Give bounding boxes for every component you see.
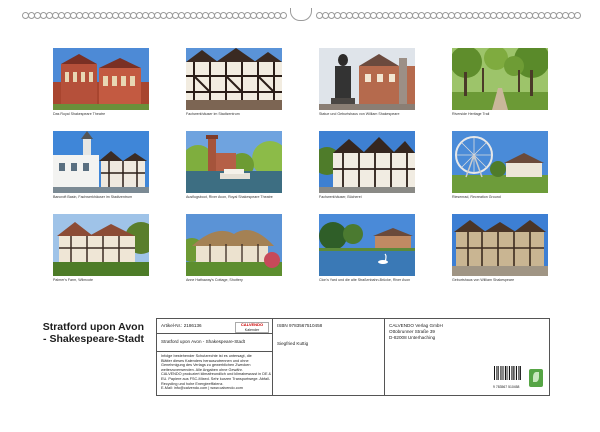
divider — [384, 319, 385, 395]
photo-caption: Das Royal Shakespeare Theatre — [53, 112, 106, 116]
photo-cell: Bancroft Basin, Fachwerkhäuser im Stadtz… — [53, 131, 149, 200]
photo-caption: Clon's Yard und die alte Straßenbahn-Brü… — [319, 278, 411, 282]
photo-grid: Das Royal Shakespeare Theatre Fachwerkhä… — [53, 48, 548, 283]
photo-cell: Das Royal Shakespeare Theatre — [53, 48, 149, 117]
binding-ring — [280, 12, 287, 19]
isbn: ISBN 9783567510458 — [277, 323, 323, 328]
photo-timber-houses — [186, 48, 282, 110]
photo-caption: Fachwerkhäuser im Stadtzentrum — [186, 112, 240, 116]
photo-cell: Statue und Geburtshaus von William Shake… — [319, 48, 415, 117]
divider — [157, 333, 272, 334]
barcode-icon — [493, 366, 523, 384]
publisher-line: D-82008 Unterhaching — [389, 335, 436, 340]
photo-ferris-wheel — [452, 131, 548, 193]
photo-statue — [319, 48, 415, 110]
photo-birthplace — [452, 214, 548, 276]
info-box: Artikel-Nr.: 2186136 CALVENDO Kalender S… — [156, 318, 550, 396]
photo-caption: Anne Hathaway's Cottage, Shottery — [186, 278, 243, 282]
photo-cell: Riverside Heritage Trail — [452, 48, 548, 117]
photo-thatched-cottage — [186, 214, 282, 276]
divider — [157, 351, 272, 352]
photo-caption: Palmer's Farm, Wilmcote — [53, 278, 94, 282]
photo-caption: Geburtshaus von William Shakespeare — [452, 278, 515, 282]
photo-bancroft-basin — [53, 131, 149, 193]
photo-royal-shakespeare-theatre — [53, 48, 149, 110]
calendar-title: Stratford upon Avon - Shakespeare-Stadt — [161, 339, 245, 344]
photo-cell: Anne Hathaway's Cottage, Shottery — [186, 214, 282, 283]
photo-cell: Riesenrad, Recreation Ground — [452, 131, 548, 200]
photo-cell: Fachwerkhäuser, Bücherei — [319, 131, 415, 200]
photo-river-swan — [319, 214, 415, 276]
logo-tag: Kalender — [244, 327, 260, 332]
photo-caption: Bancroft Basin, Fachwerkhäuser im Stadtz… — [53, 195, 133, 199]
eco-leaf-icon — [529, 369, 543, 387]
author: Siegfried Kuttig — [277, 341, 309, 346]
photo-cell: Fachwerkhäuser im Stadtzentrum — [186, 48, 282, 117]
binding-ring — [574, 12, 581, 19]
photo-cell: Geburtshaus von William Shakespeare — [452, 214, 548, 283]
photo-caption: Fachwerkhäuser, Bücherei — [319, 195, 362, 199]
photo-cell: Ausflugsboot, River Avon, Royal Shakespe… — [186, 131, 282, 200]
photo-boat-river — [186, 131, 282, 193]
cover-title: Stratford upon Avon - Shakespeare-Stadt — [42, 321, 144, 345]
legal-line: E-Mail: info@calvendo.com | www.calvendo… — [161, 386, 243, 391]
barcode-number: 9 783567 510458 — [493, 385, 520, 389]
photo-cell: Clon's Yard und die alte Straßenbahn-Brü… — [319, 214, 415, 283]
photo-tree-avenue — [452, 48, 548, 110]
photo-caption: Statue und Geburtshaus von William Shake… — [319, 112, 400, 116]
calvendo-logo: CALVENDO Kalender — [235, 322, 269, 333]
photo-caption: Riesenrad, Recreation Ground — [452, 195, 501, 199]
photo-cell: Palmer's Farm, Wilmcote — [53, 214, 149, 283]
photo-farmhouse — [53, 214, 149, 276]
article-number: Artikel-Nr.: 2186136 — [161, 323, 202, 328]
photo-caption: Riverside Heritage Trail — [452, 112, 490, 116]
photo-timber-library — [319, 131, 415, 193]
photo-caption: Ausflugsboot, River Avon, Royal Shakespe… — [186, 195, 273, 199]
divider — [272, 319, 273, 395]
